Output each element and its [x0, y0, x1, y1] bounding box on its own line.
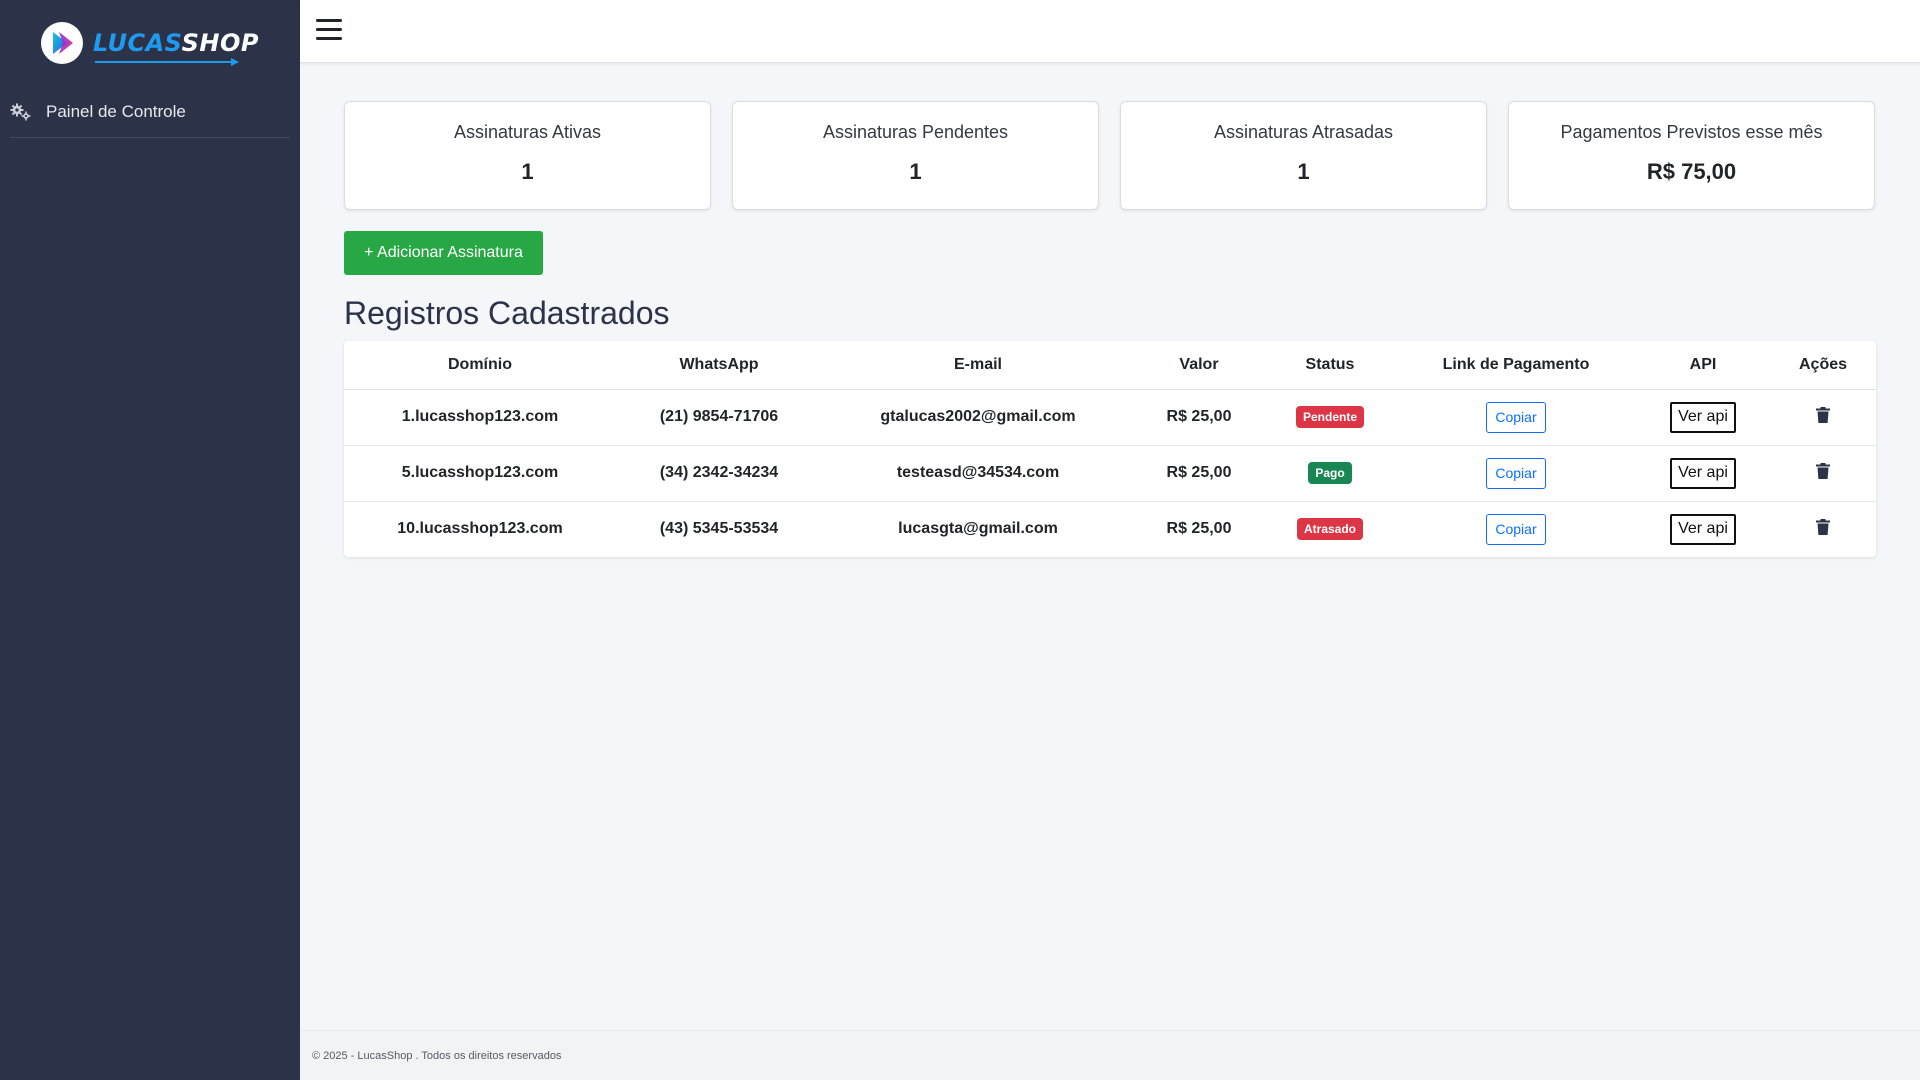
cell-value: R$ 25,00 — [1134, 445, 1264, 502]
sidebar: LUCASSHOP Painel de Controle — [0, 0, 300, 1080]
brand-name-part1: LUCAS — [93, 29, 182, 57]
sidebar-item-painel-de-controle[interactable]: Painel de Controle — [10, 86, 290, 138]
gears-icon — [10, 103, 32, 121]
cell-email: gtalucas2002@gmail.com — [822, 389, 1134, 446]
cell-actions — [1770, 501, 1876, 557]
cell-whatsapp: (21) 9854-71706 — [616, 389, 822, 446]
cell-value: R$ 25,00 — [1134, 389, 1264, 446]
trash-icon[interactable] — [1816, 518, 1830, 535]
table-row: 5.lucasshop123.com (34) 2342-34234 teste… — [344, 445, 1876, 502]
sidebar-item-label: Painel de Controle — [46, 101, 186, 121]
card-title: Assinaturas Ativas — [453, 122, 602, 142]
records-table: Domínio WhatsApp E-mail Valor Status Lin… — [344, 341, 1876, 557]
cell-whatsapp: (43) 5345-53534 — [659, 520, 779, 538]
table-row: 10.lucasshop123.com (43) 5345-53534 luca… — [344, 501, 1876, 557]
footer: © 2025 - LucasShop . Todos os direitos r… — [300, 1030, 1920, 1080]
cell-status: Pendente — [1264, 389, 1396, 446]
copy-link-button[interactable]: Copiar — [1486, 457, 1546, 489]
status-badge: Pago — [1308, 462, 1352, 484]
lucasshop-logo-icon — [41, 22, 84, 64]
cell-domain: 1.lucasshop123.com — [344, 389, 616, 446]
cell-api: Ver api — [1636, 389, 1770, 446]
cell-value: R$ 25,00 — [1166, 520, 1232, 538]
hamburger-icon[interactable] — [316, 19, 342, 41]
brand[interactable]: LUCASSHOP — [0, 0, 300, 86]
view-api-button[interactable]: Ver api — [1670, 513, 1736, 545]
card-active-subscriptions: Assinaturas Ativas 1 — [344, 101, 711, 210]
card-title: Assinaturas Atrasadas — [1213, 122, 1394, 142]
card-value: 1 — [1297, 159, 1310, 184]
summary-cards: Assinaturas Ativas 1 Assinaturas Pendent… — [344, 101, 1876, 210]
cell-api: Ver api — [1636, 445, 1770, 502]
cell-email: testeasd@34534.com — [822, 445, 1134, 502]
brand-underline — [95, 58, 239, 66]
card-value: 1 — [521, 159, 534, 184]
cell-status: Atrasado — [1264, 501, 1396, 557]
table-row: 1.lucasshop123.com (21) 9854-71706 gtalu… — [344, 389, 1876, 446]
column-header-payment-link: Link de Pagamento — [1396, 341, 1636, 390]
trash-icon[interactable] — [1816, 406, 1830, 423]
card-late-subscriptions: Assinaturas Atrasadas 1 — [1120, 101, 1487, 210]
add-subscription-button[interactable]: + Adicionar Assinatura — [344, 231, 543, 275]
card-title: Pagamentos Previstos esse mês — [1560, 122, 1823, 142]
column-header-domain: Domínio — [344, 341, 616, 390]
cell-domain: 5.lucasshop123.com — [344, 445, 616, 502]
topbar — [300, 0, 1920, 63]
view-api-button[interactable]: Ver api — [1670, 401, 1736, 433]
cell-actions — [1770, 445, 1876, 502]
cell-whatsapp: (34) 2342-34234 — [616, 445, 822, 502]
cell-api: Ver api — [1636, 501, 1770, 557]
card-pending-subscriptions: Assinaturas Pendentes 1 — [732, 101, 1099, 210]
copy-link-button[interactable]: Copiar — [1486, 401, 1546, 433]
card-expected-payments: Pagamentos Previstos esse mês R$ 75,00 — [1508, 101, 1875, 210]
cell-domain: 10.lucasshop123.com — [397, 520, 563, 538]
brand-name: LUCASSHOP — [93, 29, 259, 66]
column-header-whatsapp: WhatsApp — [616, 341, 822, 390]
column-header-value: Valor — [1134, 341, 1264, 390]
column-header-api: API — [1636, 341, 1770, 390]
cell-payment-link: Copiar — [1396, 501, 1636, 557]
card-title: Assinaturas Pendentes — [822, 122, 1009, 142]
card-value: R$ 75,00 — [1646, 159, 1737, 184]
section-title: Registros Cadastrados — [344, 295, 670, 331]
table-header-row: Domínio WhatsApp E-mail Valor Status Lin… — [344, 341, 1876, 390]
brand-name-part2: SHOP — [181, 29, 259, 57]
status-badge: Pendente — [1295, 406, 1364, 428]
trash-icon[interactable] — [1816, 462, 1830, 479]
cell-payment-link: Copiar — [1396, 389, 1636, 446]
column-header-email: E-mail — [822, 341, 1134, 390]
main-content: Assinaturas Ativas 1 Assinaturas Pendent… — [344, 101, 1876, 557]
status-badge: Atrasado — [1296, 518, 1363, 541]
view-api-button[interactable]: Ver api — [1670, 457, 1736, 489]
footer-text: © 2025 - LucasShop . Todos os direitos r… — [312, 1049, 562, 1062]
card-value: 1 — [909, 159, 922, 184]
column-header-status: Status — [1264, 341, 1396, 390]
column-header-actions: Ações — [1770, 341, 1876, 390]
cell-email: lucasgta@gmail.com — [898, 520, 1058, 538]
cell-payment-link: Copiar — [1396, 445, 1636, 502]
cell-status: Pago — [1264, 445, 1396, 502]
copy-link-button[interactable]: Copiar — [1486, 513, 1546, 545]
cell-actions — [1770, 389, 1876, 446]
